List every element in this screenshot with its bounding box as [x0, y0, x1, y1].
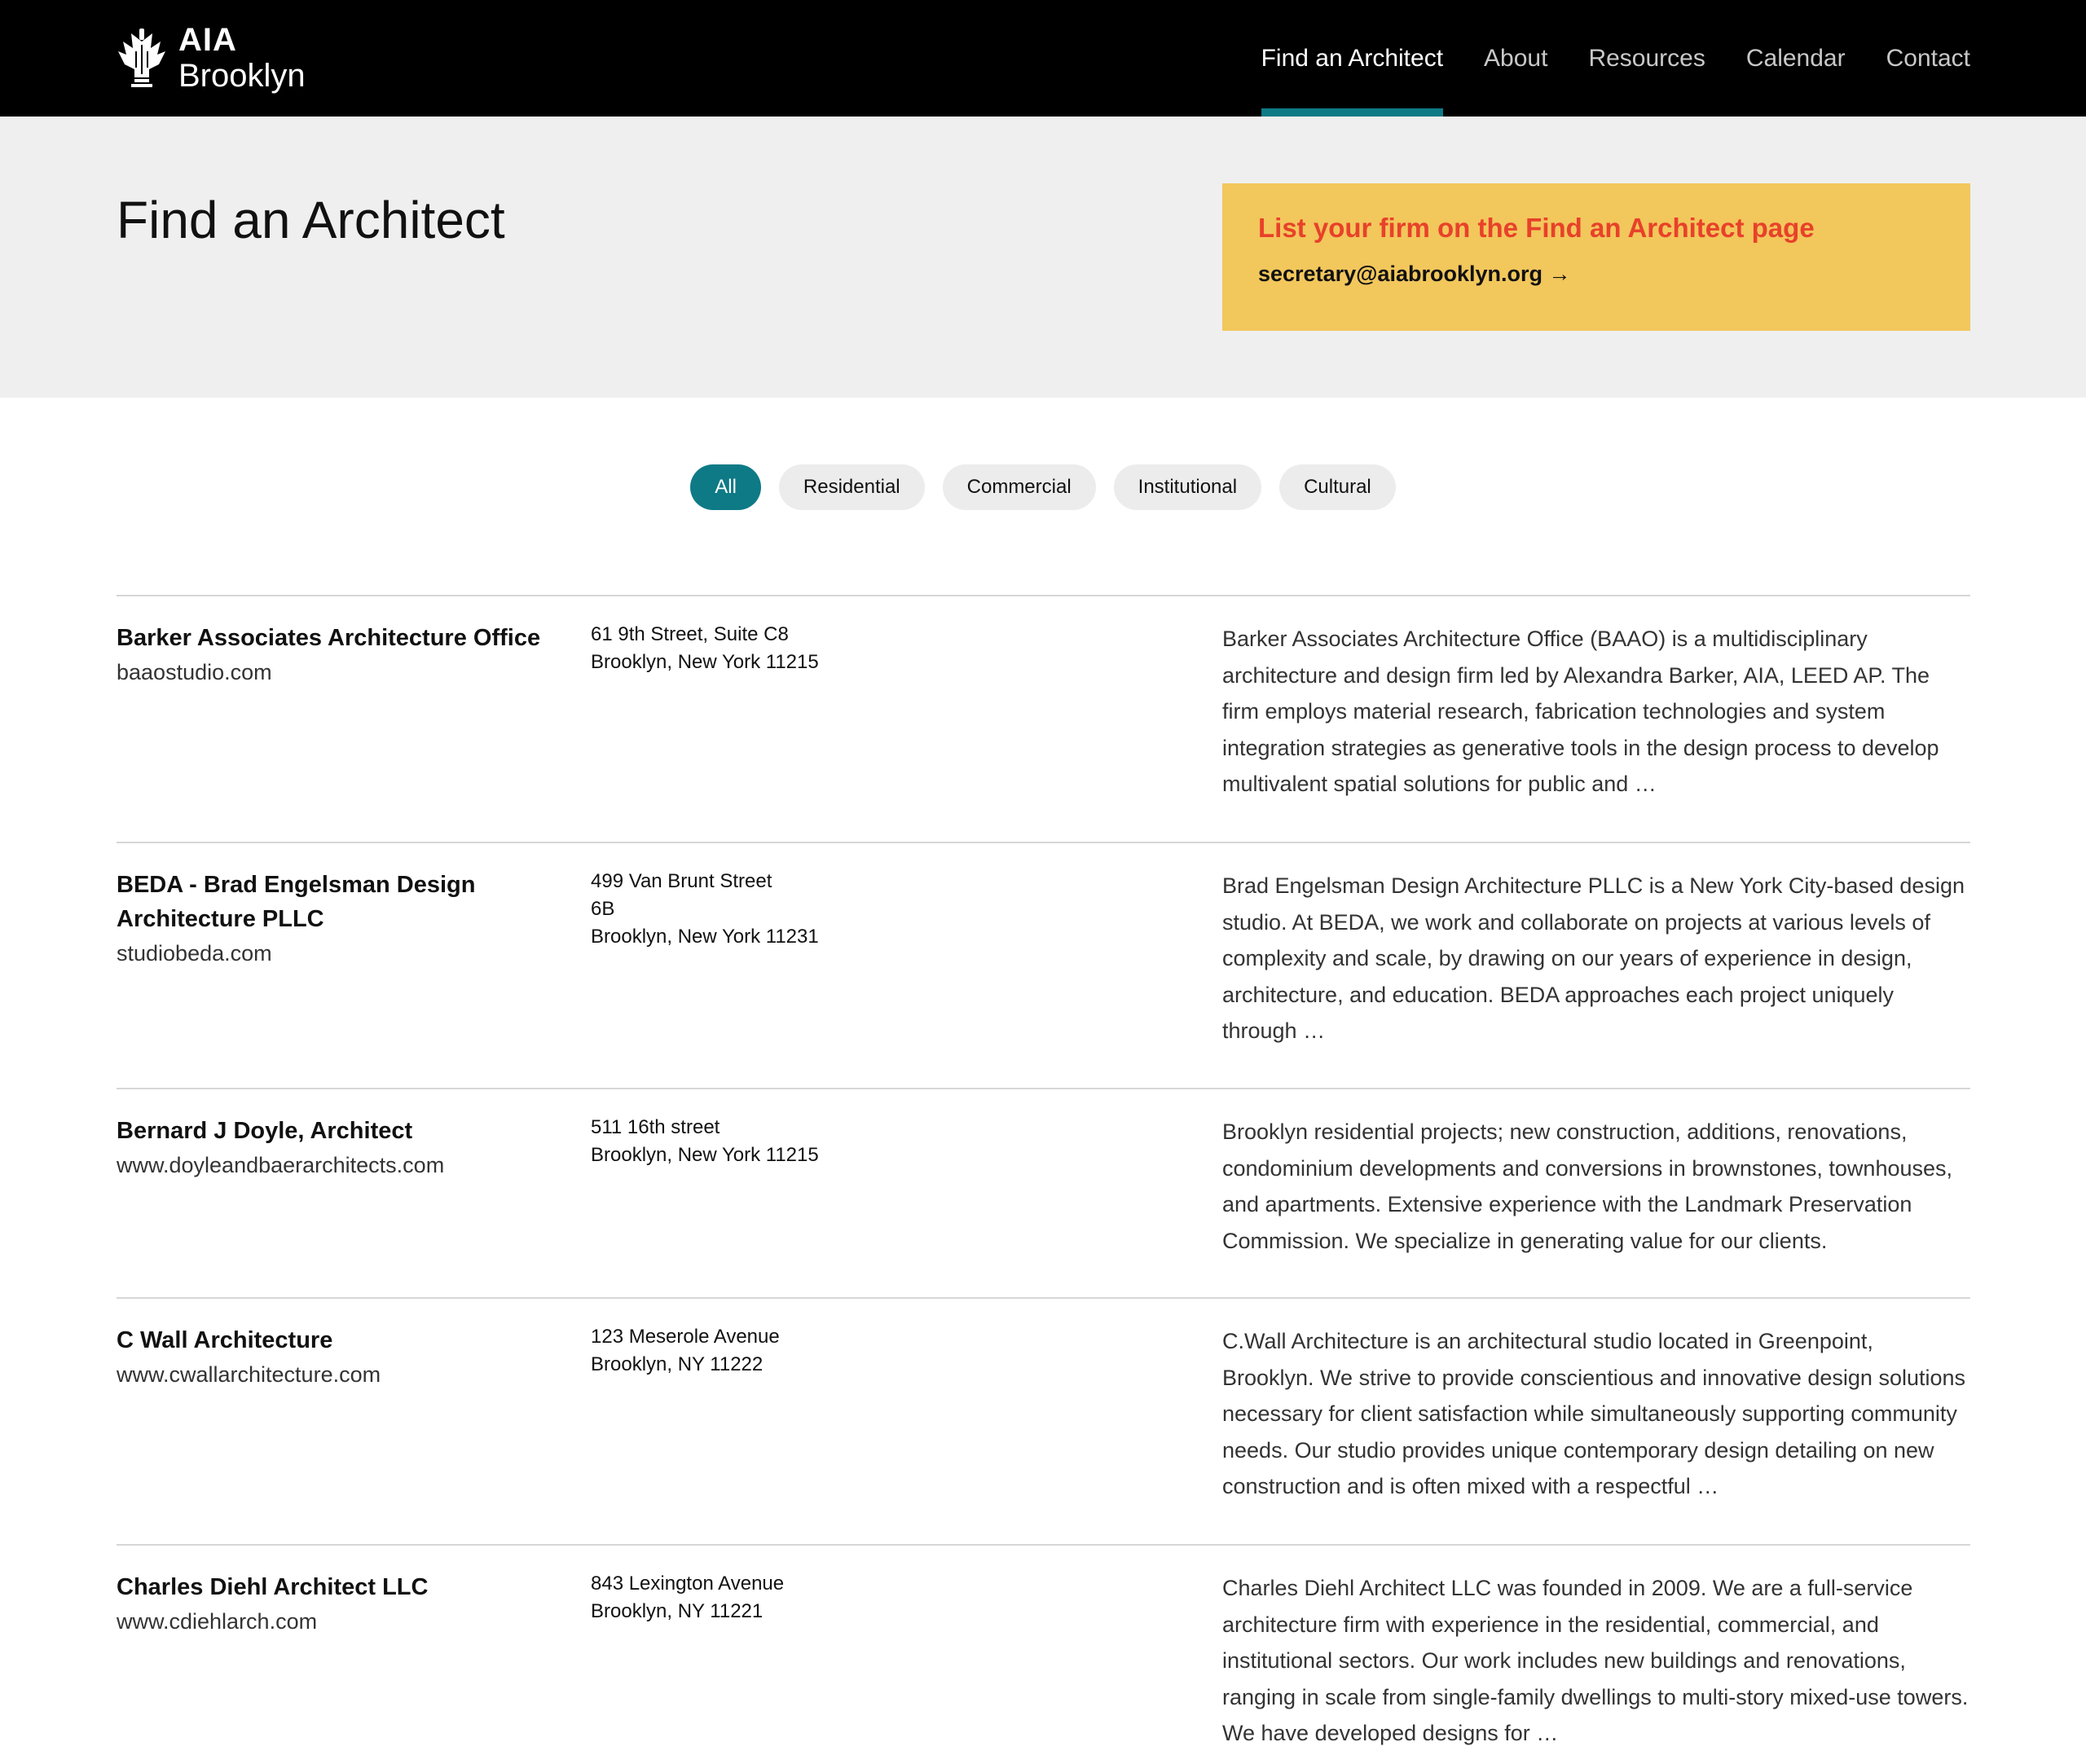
eagle-icon	[118, 29, 165, 87]
nav-resources[interactable]: Resources	[1588, 0, 1705, 117]
nav-about[interactable]: About	[1484, 0, 1547, 117]
list-item: Bernard J Doyle, Architect www.doyleandb…	[117, 1088, 1970, 1297]
firm-name: Charles Diehl Architect LLC	[117, 1574, 429, 1600]
architect-list: Barker Associates Architecture Office ba…	[117, 595, 1970, 1764]
firm-name: Bernard J Doyle, Architect	[117, 1118, 413, 1144]
firm-name: BEDA - Brad Engelsman Design Architectur…	[117, 872, 476, 932]
secretary-email-link[interactable]: secretary@aiabrooklyn.org →	[1258, 262, 1570, 287]
address-line: Brooklyn, NY 11222	[591, 1353, 764, 1375]
list-item: BEDA - Brad Engelsman Design Architectur…	[117, 842, 1970, 1088]
list-firm-callout: List your firm on the Find an Architect …	[1222, 183, 1970, 331]
nav-find-an-architect[interactable]: Find an Architect	[1261, 0, 1444, 117]
firm-name: Barker Associates Architecture Office	[117, 625, 541, 651]
address-line: 843 Lexington Avenue	[591, 1573, 785, 1595]
logo-brooklyn-text: Brooklyn	[178, 58, 306, 94]
firm-description: Charles Diehl Architect LLC was founded …	[1222, 1576, 1969, 1746]
firm-website-link[interactable]: www.doyleandbaerarchitects.com	[117, 1153, 444, 1177]
address-line: 123 Meserole Avenue	[591, 1326, 780, 1348]
filter-commercial[interactable]: Commercial	[942, 464, 1096, 510]
list-item: Barker Associates Architecture Office ba…	[117, 595, 1970, 842]
firm-address: 843 Lexington Avenue Brooklyn, NY 11221	[591, 1570, 998, 1625]
list-item: C Wall Architecture www.cwallarchitectur…	[117, 1297, 1970, 1544]
firm-address: 61 9th Street, Suite C8 Brooklyn, New Yo…	[591, 621, 998, 676]
address-line: Brooklyn, New York 11231	[591, 926, 819, 948]
logo-aia-text: AIA	[178, 22, 237, 58]
page-title: Find an Architect	[117, 191, 505, 249]
list-item: Charles Diehl Architect LLC www.cdiehlar…	[117, 1544, 1970, 1764]
filter-all[interactable]: All	[690, 464, 761, 510]
firm-website-link[interactable]: studiobeda.com	[117, 941, 272, 966]
address-line: 511 16th street	[591, 1116, 720, 1138]
callout-heading: List your firm on the Find an Architect …	[1258, 213, 1815, 243]
nav-contact[interactable]: Contact	[1886, 0, 1970, 117]
firm-description: C.Wall Architecture is an architectural …	[1222, 1329, 1966, 1499]
firm-description: Barker Associates Architecture Office (B…	[1222, 627, 1939, 797]
firm-website-link[interactable]: www.cdiehlarch.com	[117, 1609, 317, 1634]
category-filters: All Residential Commercial Institutional…	[0, 464, 2086, 510]
firm-website-link[interactable]: baaostudio.com	[117, 660, 272, 684]
firm-name: C Wall Architecture	[117, 1327, 333, 1353]
filter-institutional[interactable]: Institutional	[1113, 464, 1262, 510]
filter-cultural[interactable]: Cultural	[1279, 464, 1396, 510]
address-line: Brooklyn, NY 11221	[591, 1600, 764, 1622]
address-line: Brooklyn, New York 11215	[591, 651, 819, 673]
address-line: 499 Van Brunt Street	[591, 870, 772, 892]
address-line: 61 9th Street, Suite C8	[591, 623, 789, 645]
firm-website-link[interactable]: www.cwallarchitecture.com	[117, 1362, 381, 1387]
firm-description: Brad Engelsman Design Architecture PLLC …	[1222, 873, 1965, 1044]
site-header: AIA Brooklyn Find an Architect About Res…	[0, 0, 2086, 117]
main-nav: Find an Architect About Resources Calend…	[1221, 0, 1970, 117]
firm-description: Brooklyn residential projects; new const…	[1222, 1120, 1953, 1253]
address-line: Brooklyn, New York 11215	[591, 1144, 819, 1166]
hero-section: Find an Architect List your firm on the …	[0, 117, 2086, 398]
firm-address: 499 Van Brunt Street 6B Brooklyn, New Yo…	[591, 868, 998, 951]
firm-address: 511 16th street Brooklyn, New York 11215	[591, 1114, 998, 1169]
address-line: 6B	[591, 898, 615, 920]
nav-calendar[interactable]: Calendar	[1746, 0, 1846, 117]
filter-residential[interactable]: Residential	[778, 464, 925, 510]
aia-brooklyn-logo[interactable]: AIA Brooklyn	[117, 21, 306, 95]
firm-address: 123 Meserole Avenue Brooklyn, NY 11222	[591, 1323, 998, 1379]
